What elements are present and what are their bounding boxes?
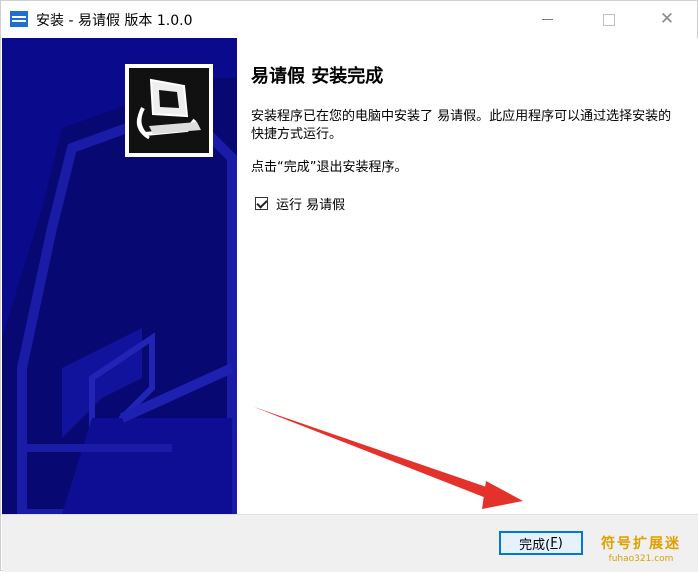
site-watermark: 符号扩展迷 fuhao321.com xyxy=(601,533,681,564)
button-bar xyxy=(2,514,698,572)
finish-hotkey: F xyxy=(550,535,558,551)
finish-label-prefix: 完成( xyxy=(519,537,551,553)
watermark-en: fuhao321.com xyxy=(608,554,674,564)
finish-label-suffix: ) xyxy=(557,535,563,551)
installer-window: 安装 - 易请假 版本 1.0.0 ✕ 易请假 安装完成 安装程序已在您的电脑中… xyxy=(0,0,698,572)
annotation-arrow xyxy=(254,407,523,509)
watermark-cn: 符号扩展迷 xyxy=(601,536,681,552)
finish-button[interactable]: 完成(F) xyxy=(499,531,583,555)
